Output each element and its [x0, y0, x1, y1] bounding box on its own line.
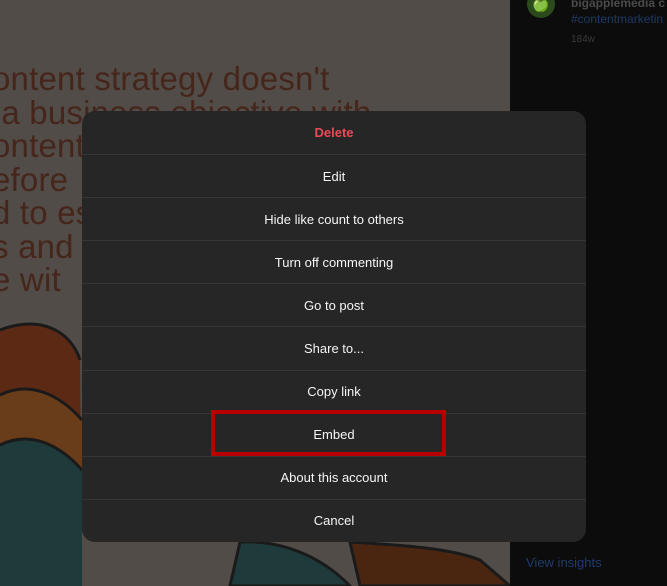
view-insights-link[interactable]: View insights	[526, 555, 602, 570]
avatar[interactable]: 🍏	[527, 0, 555, 18]
about-this-account-button[interactable]: About this account	[82, 455, 586, 499]
hashtag-link[interactable]: #contentmarketin	[571, 12, 663, 26]
copy-link-button[interactable]: Copy link	[82, 369, 586, 413]
delete-button[interactable]: Delete	[82, 111, 586, 154]
go-to-post-button[interactable]: Go to post	[82, 283, 586, 326]
edit-button[interactable]: Edit	[82, 154, 586, 197]
share-to-button[interactable]: Share to...	[82, 326, 586, 369]
turn-off-commenting-button[interactable]: Turn off commenting	[82, 240, 586, 283]
hide-like-count-button[interactable]: Hide like count to others	[82, 197, 586, 240]
post-options-dialog: Delete Edit Hide like count to others Tu…	[82, 111, 586, 542]
username-link[interactable]: bigapplemedia c	[571, 0, 665, 10]
embed-button[interactable]: Embed	[82, 412, 586, 456]
cancel-button[interactable]: Cancel	[82, 498, 586, 542]
apple-icon: 🍏	[532, 0, 550, 12]
post-timestamp: 184w	[571, 34, 595, 45]
